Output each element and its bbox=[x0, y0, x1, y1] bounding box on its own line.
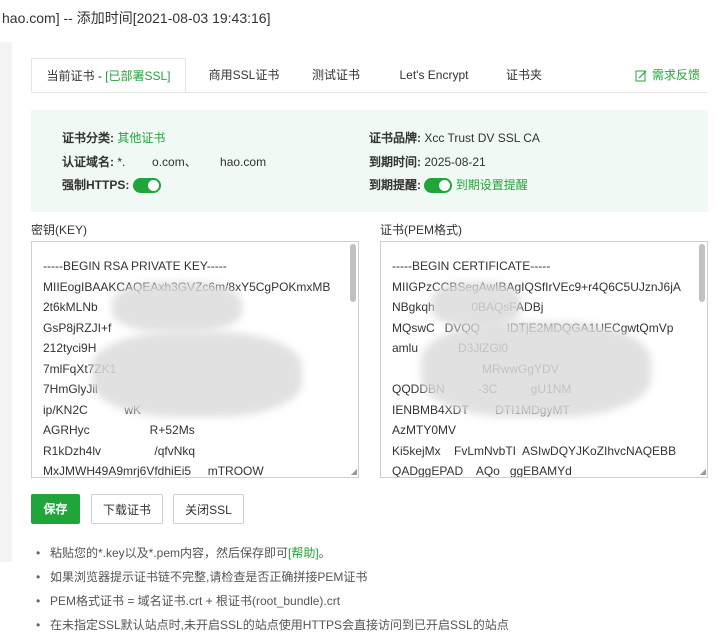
remind-toggle[interactable] bbox=[424, 178, 453, 194]
ssl-tab-bar: 当前证书 - [已部署SSL] 商用SSL证书 测试证书 Let's Encry… bbox=[31, 58, 708, 93]
save-button[interactable]: 保存 bbox=[31, 494, 80, 524]
feedback-link[interactable]: 需求反馈 bbox=[635, 58, 700, 92]
cert-type-value: 其他证书 bbox=[117, 131, 166, 145]
key-textarea[interactable]: -----BEGIN RSA PRIVATE KEY----- MIIEogIB… bbox=[31, 241, 359, 478]
force-https-toggle[interactable] bbox=[132, 178, 161, 194]
expire-value: 2025-08-21 bbox=[424, 155, 486, 169]
cert-type-row: 证书分类: 其他证书 bbox=[62, 129, 165, 146]
edit-icon bbox=[635, 70, 647, 82]
resize-grip-icon[interactable]: ◢ bbox=[700, 468, 706, 476]
tab-current-cert-status: [已部署SSL] bbox=[105, 69, 171, 83]
tab-current-cert-label: 当前证书 - bbox=[46, 69, 106, 83]
remind-row: 到期提醒: 到期设置提醒 bbox=[369, 176, 528, 194]
redaction-blur bbox=[112, 282, 242, 332]
tip-item: PEM格式证书 = 域名证书.crt + 根证书(root_bundle).cr… bbox=[36, 593, 509, 617]
tip1-text: 粘贴您的*.key以及*.pem内容，然后保存即可 bbox=[50, 546, 289, 560]
remind-label: 到期提醒: bbox=[369, 178, 421, 192]
brand-value: Xcc Trust DV SSL CA bbox=[424, 131, 540, 145]
feedback-label: 需求反馈 bbox=[651, 68, 700, 82]
tips-list: 粘贴您的*.key以及*.pem内容，然后保存即可[帮助]。 如果浏览器提示证书… bbox=[36, 545, 509, 641]
cert-info-panel: 证书分类: 其他证书 认证域名: *. o.com、 hao.com 强制HTT… bbox=[31, 110, 708, 212]
redaction-blur bbox=[92, 332, 302, 417]
domain-row: 认证域名: *. o.com、 hao.com bbox=[62, 153, 266, 170]
tab-test-cert[interactable]: 测试证书 bbox=[304, 58, 368, 92]
close-ssl-button[interactable]: 关闭SSL bbox=[173, 494, 244, 524]
force-https-row: 强制HTTPS: bbox=[62, 176, 161, 194]
help-link[interactable]: [帮助] bbox=[288, 546, 319, 560]
domain-label: 认证域名: bbox=[62, 155, 114, 169]
expire-label: 到期时间: bbox=[369, 155, 421, 169]
domain-value: *. o.com、 hao.com bbox=[117, 155, 267, 169]
cert-label: 证书(PEM格式) bbox=[380, 223, 462, 237]
brand-label: 证书品牌: bbox=[369, 131, 421, 145]
cert-type-label: 证书分类: bbox=[62, 131, 114, 145]
redaction-blur bbox=[431, 282, 521, 327]
dialog-title: hao.com] -- 添加时间[2021-08-03 19:43:16] bbox=[2, 10, 271, 26]
tab-cert-folder[interactable]: 证书夹 bbox=[496, 58, 552, 92]
tab-commercial-ssl[interactable]: 商用SSL证书 bbox=[203, 58, 285, 92]
tip-item: 如果浏览器提示证书链不完整,请检查是否正确拼接PEM证书 bbox=[36, 569, 509, 593]
cert-scrollbar[interactable] bbox=[699, 244, 705, 302]
expire-row: 到期时间: 2025-08-21 bbox=[369, 153, 486, 170]
key-label: 密钥(KEY) bbox=[31, 223, 88, 237]
key-scrollbar[interactable] bbox=[350, 244, 356, 302]
force-https-label: 强制HTTPS: bbox=[62, 178, 130, 192]
tip-item: 粘贴您的*.key以及*.pem内容，然后保存即可[帮助]。 bbox=[36, 545, 509, 569]
redaction-blur bbox=[421, 322, 651, 417]
tip1-suffix: 。 bbox=[318, 546, 331, 560]
tab-current-cert[interactable]: 当前证书 - [已部署SSL] bbox=[31, 58, 186, 92]
tab-lets-encrypt[interactable]: Let's Encrypt bbox=[389, 58, 479, 92]
background-panel-strip bbox=[0, 42, 12, 562]
tip-item: 在未指定SSL默认站点时,未开启SSL的站点使用HTTPS会直接访问到已开启SS… bbox=[36, 617, 509, 641]
cert-textarea[interactable]: -----BEGIN CERTIFICATE----- MIIGPzCCBSeg… bbox=[380, 241, 708, 478]
remind-setting-link[interactable]: 到期设置提醒 bbox=[456, 178, 528, 192]
resize-grip-icon[interactable]: ◢ bbox=[351, 468, 357, 476]
brand-row: 证书品牌: Xcc Trust DV SSL CA bbox=[369, 129, 540, 146]
download-cert-button[interactable]: 下载证书 bbox=[91, 494, 163, 524]
